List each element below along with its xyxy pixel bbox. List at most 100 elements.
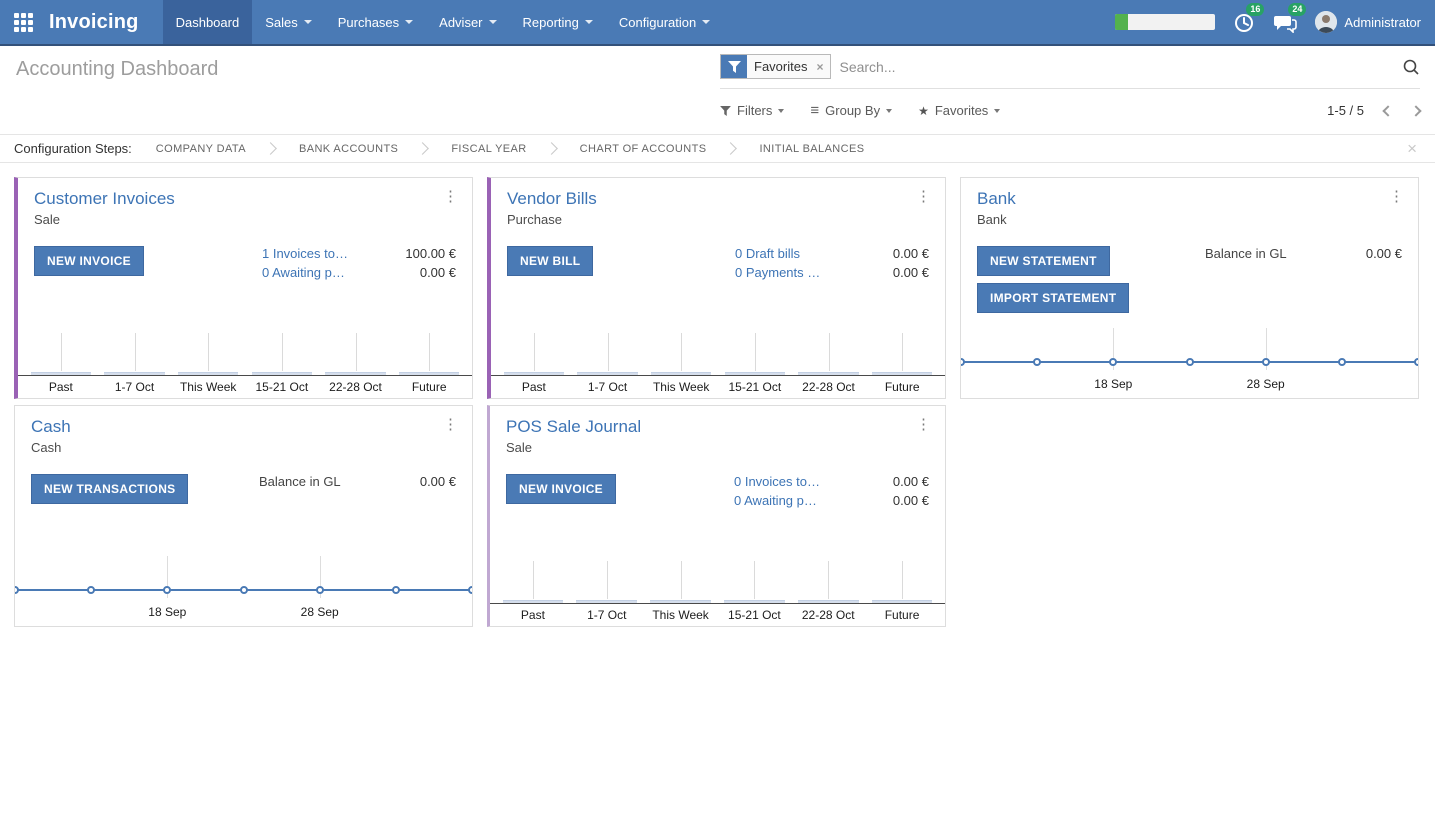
kebab-menu-icon[interactable]: ⋮	[912, 187, 935, 205]
data-point-marker	[468, 586, 473, 594]
data-point-marker	[1033, 358, 1041, 366]
nav-item-purchases[interactable]: Purchases	[325, 0, 426, 44]
chevron-down-icon	[994, 109, 1000, 113]
card-title[interactable]: Vendor Bills	[507, 189, 929, 209]
stat-amount: 0.00 €	[420, 475, 456, 489]
configuration-steps-label: Configuration Steps:	[14, 141, 132, 156]
trial-gauge-fill	[1115, 14, 1128, 30]
step-bank-accounts[interactable]: BANK ACCOUNTS	[299, 143, 398, 155]
import-statement-button[interactable]: IMPORT STATEMENT	[977, 283, 1129, 313]
data-point-marker	[1338, 358, 1346, 366]
card-subtitle: Bank	[977, 212, 1402, 227]
new-bill-button[interactable]: NEW BILL	[507, 246, 593, 276]
facet-remove-icon[interactable]: ×	[814, 55, 830, 78]
data-point-marker	[392, 586, 400, 594]
stat-line: Balance in GL 0.00 €	[1205, 247, 1402, 261]
step-fiscal-year[interactable]: FISCAL YEAR	[451, 143, 526, 155]
bar	[798, 372, 858, 375]
star-icon: ★	[918, 104, 929, 118]
bar	[872, 372, 932, 375]
nav-item-configuration[interactable]: Configuration	[606, 0, 723, 44]
activities-button[interactable]: 16	[1233, 11, 1255, 33]
new-invoice-button[interactable]: NEW INVOICE	[34, 246, 144, 276]
favorites-button[interactable]: ★ Favorites	[918, 103, 1000, 118]
draft-bills-link[interactable]: 0 Draft bills	[735, 247, 800, 261]
trial-gauge[interactable]	[1115, 14, 1215, 30]
search-bar: Favorites ×	[720, 54, 1420, 89]
bar-tick	[607, 561, 608, 599]
apps-menu-icon[interactable]	[14, 13, 33, 32]
awaiting-payments-link[interactable]: 0 Awaiting p…	[734, 494, 817, 508]
invoices-to-validate-link[interactable]: 1 Invoices to…	[262, 247, 348, 261]
card-body: NEW STATEMENT IMPORT STATEMENT Balance i…	[977, 246, 1402, 313]
stat-amount: 0.00 €	[893, 475, 929, 489]
group-by-button[interactable]: ≡ Group By	[810, 102, 892, 119]
card-body: NEW BILL 0 Draft bills 0.00 € 0 Payments…	[507, 246, 929, 280]
messages-button[interactable]: 24	[1273, 11, 1297, 33]
data-point-marker	[1414, 358, 1419, 366]
bar-slot	[245, 328, 319, 375]
stat-line: 0 Awaiting p… 0.00 €	[262, 266, 456, 280]
chevron-down-icon	[489, 20, 497, 24]
pager-previous-icon[interactable]	[1382, 105, 1393, 116]
activities-badge: 16	[1246, 3, 1264, 16]
close-icon[interactable]: ×	[1403, 140, 1421, 157]
kebab-menu-icon[interactable]: ⋮	[439, 187, 462, 205]
filters-button[interactable]: Filters	[720, 103, 784, 118]
bar-slot	[496, 556, 570, 603]
chevron-right-icon	[416, 142, 429, 155]
step-chart-of-accounts[interactable]: CHART OF ACCOUNTS	[580, 143, 707, 155]
card-title[interactable]: Customer Invoices	[34, 189, 456, 209]
line-chart: 18 Sep28 Sep	[961, 328, 1418, 398]
chevron-down-icon	[585, 20, 593, 24]
user-name: Administrator	[1344, 15, 1421, 30]
bar-tick	[681, 333, 682, 371]
invoices-to-validate-link[interactable]: 0 Invoices to…	[734, 475, 820, 489]
bar-slot	[644, 556, 718, 603]
stat-amount: 0.00 €	[893, 247, 929, 261]
chevron-down-icon	[886, 109, 892, 113]
search-input[interactable]	[831, 59, 1402, 75]
kebab-menu-icon[interactable]: ⋮	[439, 415, 462, 433]
search-panel: Favorites × Filters ≡ Group By ★ Favorit…	[720, 46, 1435, 134]
bar	[399, 372, 459, 375]
x-axis-label: Future	[392, 380, 466, 394]
x-axis-label: 22-28 Oct	[791, 608, 865, 622]
x-axis-label: Past	[24, 380, 98, 394]
bar-slot	[644, 328, 718, 375]
card-vendor-bills: Vendor Bills Purchase ⋮ NEW BILL 0 Draft…	[487, 177, 946, 399]
pager-next-icon[interactable]	[1410, 105, 1421, 116]
card-title[interactable]: Bank	[977, 189, 1402, 209]
nav-item-reporting[interactable]: Reporting	[510, 0, 606, 44]
nav-item-dashboard[interactable]: Dashboard	[163, 0, 253, 44]
bar	[577, 372, 637, 375]
bar-slot	[865, 328, 939, 375]
bar-slot	[792, 328, 866, 375]
user-menu[interactable]: Administrator	[1315, 11, 1421, 33]
step-initial-balances[interactable]: INITIAL BALANCES	[759, 143, 864, 155]
awaiting-payments-link[interactable]: 0 Awaiting p…	[262, 266, 345, 280]
bar-tick	[754, 561, 755, 599]
new-transactions-button[interactable]: NEW TRANSACTIONS	[31, 474, 188, 504]
data-point-marker	[87, 586, 95, 594]
stat-line: Balance in GL 0.00 €	[259, 475, 456, 489]
new-statement-button[interactable]: NEW STATEMENT	[977, 246, 1110, 276]
kebab-menu-icon[interactable]: ⋮	[912, 415, 935, 433]
card-title[interactable]: Cash	[31, 417, 456, 437]
step-company-data[interactable]: COMPANY DATA	[156, 143, 246, 155]
search-icon[interactable]	[1402, 58, 1420, 76]
bar-chart: Past1-7 OctThis Week15-21 Oct22-28 OctFu…	[18, 328, 472, 398]
kebab-menu-icon[interactable]: ⋮	[1385, 187, 1408, 205]
x-axis-label: Past	[496, 608, 570, 622]
payments-link[interactable]: 0 Payments …	[735, 266, 820, 280]
card-title[interactable]: POS Sale Journal	[506, 417, 929, 437]
nav-item-adviser[interactable]: Adviser	[426, 0, 509, 44]
new-invoice-button[interactable]: NEW INVOICE	[506, 474, 616, 504]
data-point-marker	[1186, 358, 1194, 366]
data-point-marker	[960, 358, 965, 366]
card-subtitle: Cash	[31, 440, 456, 455]
bar-tick	[208, 333, 209, 371]
app-name[interactable]: Invoicing	[49, 11, 139, 34]
nav-item-sales[interactable]: Sales	[252, 0, 325, 44]
chevron-right-icon	[725, 142, 738, 155]
